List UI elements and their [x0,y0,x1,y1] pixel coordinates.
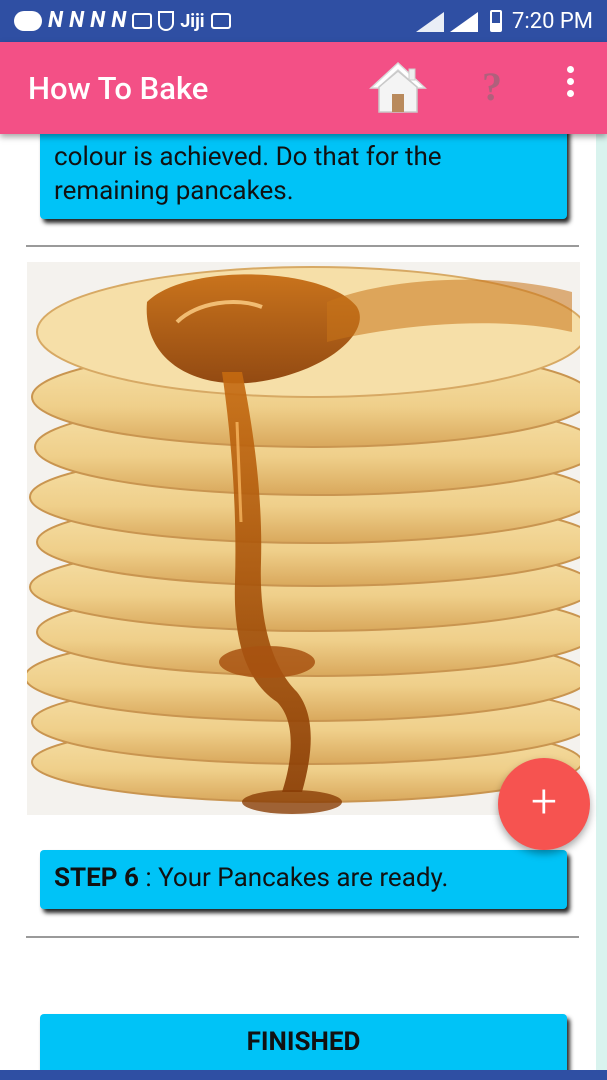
signal-icon [416,12,479,32]
home-icon [369,61,427,113]
step-card-previous: colour is achieved. Do that for the rema… [40,134,567,219]
finished-button[interactable]: FINISHED [40,1014,567,1070]
notification-n-icon: N [48,8,64,33]
battery-icon [490,10,503,32]
status-bar: N N N N Jiji 7:20 PM [0,0,607,42]
app-title: How To Bake [28,70,209,107]
help-button[interactable]: ? [474,62,510,112]
status-left-icons: N N N N Jiji [0,10,231,32]
recipe-steps-list[interactable]: colour is achieved. Do that for the rema… [0,134,596,1070]
plus-icon: + [531,775,557,829]
status-time: 7:20 PM [512,8,593,34]
home-button[interactable] [369,60,427,114]
more-vert-icon [556,66,584,97]
help-icon: ? [482,64,502,109]
more-options-button[interactable] [556,66,584,110]
step-number: STEP 6 [54,863,139,893]
app-bar: How To Bake ? [0,42,607,134]
pancakes-image [27,262,580,815]
image-icon [210,13,231,29]
jiji-label: Jiji [180,10,205,32]
scroll-edge [596,134,607,1070]
finished-button-label: FINISHED [246,1027,361,1057]
step-text: Your Pancakes are ready. [158,863,449,893]
add-fab-button[interactable]: + [498,758,590,850]
divider [26,936,579,938]
step-separator: : [138,863,159,893]
pancakes-illustration [27,262,580,815]
navigation-bar [0,1070,607,1080]
mail-icon [132,13,153,29]
shield-icon [158,11,175,31]
step-card-6: STEP 6 : Your Pancakes are ready. [40,850,567,909]
status-right: 7:20 PM [416,0,593,42]
chat-icon [14,11,42,31]
notification-n-icon: N [90,8,106,33]
divider [26,245,579,247]
step-text: colour is achieved. Do that for the rema… [54,142,442,206]
notification-n-icon: N [111,8,127,33]
notification-n-icon: N [69,8,85,33]
